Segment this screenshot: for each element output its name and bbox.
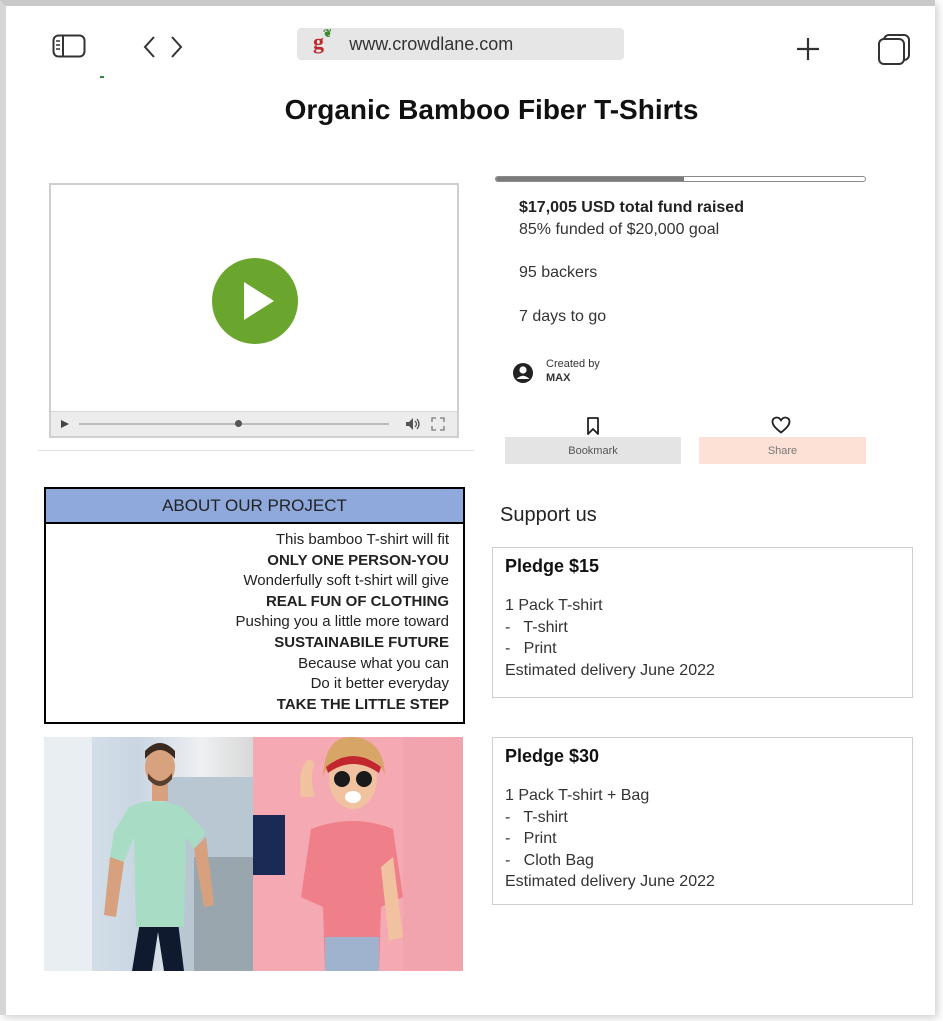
pledge-line: 1 Pack T-shirt	[505, 597, 603, 614]
site-favicon-icon: g❦	[313, 27, 333, 54]
divider	[38, 450, 474, 451]
address-url: www.crowdlane.com	[349, 33, 514, 54]
pledge-line: - T-shirt	[505, 618, 568, 636]
address-bar[interactable]: g❦ www.crowdlane.com	[297, 28, 624, 60]
backers-count: 95 backers	[519, 264, 598, 281]
video-player[interactable]	[49, 183, 459, 438]
user-avatar-icon	[512, 362, 534, 389]
about-line: This bamboo T-shirt will fit	[275, 531, 449, 548]
about-line: REAL FUN OF CLOTHING	[265, 592, 449, 610]
about-line: Do it better everyday	[310, 675, 449, 693]
pledge-line: - Print	[505, 830, 557, 847]
page-title: Organic Bamboo Fiber T-Shirts	[284, 94, 699, 125]
decorative-mark	[100, 76, 104, 78]
small-play-icon[interactable]	[60, 419, 70, 429]
pledge-line: - Print	[505, 640, 557, 657]
funding-progress-bar	[495, 176, 866, 182]
play-button[interactable]	[212, 258, 298, 344]
back-icon[interactable]	[142, 35, 156, 59]
about-line: Because what you can	[298, 654, 449, 672]
creator-name[interactable]: MAX	[546, 372, 570, 384]
about-line: TAKE THE LITTLE STEP	[276, 695, 449, 713]
about-project-panel: ABOUT OUR PROJECT This bamboo T-shirt wi…	[44, 487, 465, 724]
pledge-title: Pledge $15	[505, 556, 600, 576]
seek-bar[interactable]	[79, 423, 389, 425]
bookmark-button[interactable]: Bookmark	[505, 437, 681, 464]
share-button[interactable]: Share	[699, 437, 866, 464]
support-heading: Support us	[500, 504, 597, 526]
about-line: ONLY ONE PERSON-YOU	[267, 551, 449, 569]
pledge-card-30[interactable]: Pledge $30 1 Pack T-shirt + Bag - T-shir…	[492, 737, 913, 905]
pledge-title: Pledge $30	[505, 746, 600, 766]
pledge-card-15[interactable]: Pledge $15 1 Pack T-shirt - T-shirt - Pr…	[492, 547, 913, 698]
funding-progress-fill	[496, 177, 685, 181]
fullscreen-icon[interactable]	[431, 417, 445, 431]
about-line: SUSTAINABILE FUTURE	[274, 633, 449, 651]
pledge-line: Estimated delivery June 2022	[505, 661, 715, 679]
forward-icon[interactable]	[170, 35, 184, 59]
seek-handle[interactable]	[235, 420, 242, 427]
tabs-overview-icon[interactable]	[877, 33, 911, 65]
about-line: Wonderfully soft t-shirt will give	[243, 572, 449, 590]
about-project-heading: ABOUT OUR PROJECT	[46, 489, 463, 524]
pledge-line: 1 Pack T-shirt + Bag	[505, 787, 650, 804]
product-photo-man	[44, 737, 253, 971]
product-photo-woman	[253, 737, 463, 971]
pledge-line: - T-shirt	[505, 808, 568, 826]
video-controls	[51, 411, 457, 436]
heart-icon[interactable]	[771, 416, 791, 439]
pledge-line: - Cloth Bag	[505, 851, 594, 869]
funded-percent: 85% funded of $20,000 goal	[519, 221, 720, 238]
new-tab-icon[interactable]	[795, 36, 821, 62]
created-by-label: Created by	[546, 358, 600, 370]
sidebar-toggle-icon[interactable]	[52, 34, 86, 58]
volume-icon[interactable]	[405, 417, 421, 431]
days-left: 7 days to go	[519, 308, 607, 325]
pledge-line: Estimated delivery June 2022	[505, 873, 715, 890]
about-project-text: This bamboo T-shirt will fit ONLY ONE PER…	[46, 524, 463, 715]
total-raised: $17,005 USD total fund raised	[519, 199, 744, 216]
about-line: Pushing you a little more toward	[235, 613, 449, 631]
